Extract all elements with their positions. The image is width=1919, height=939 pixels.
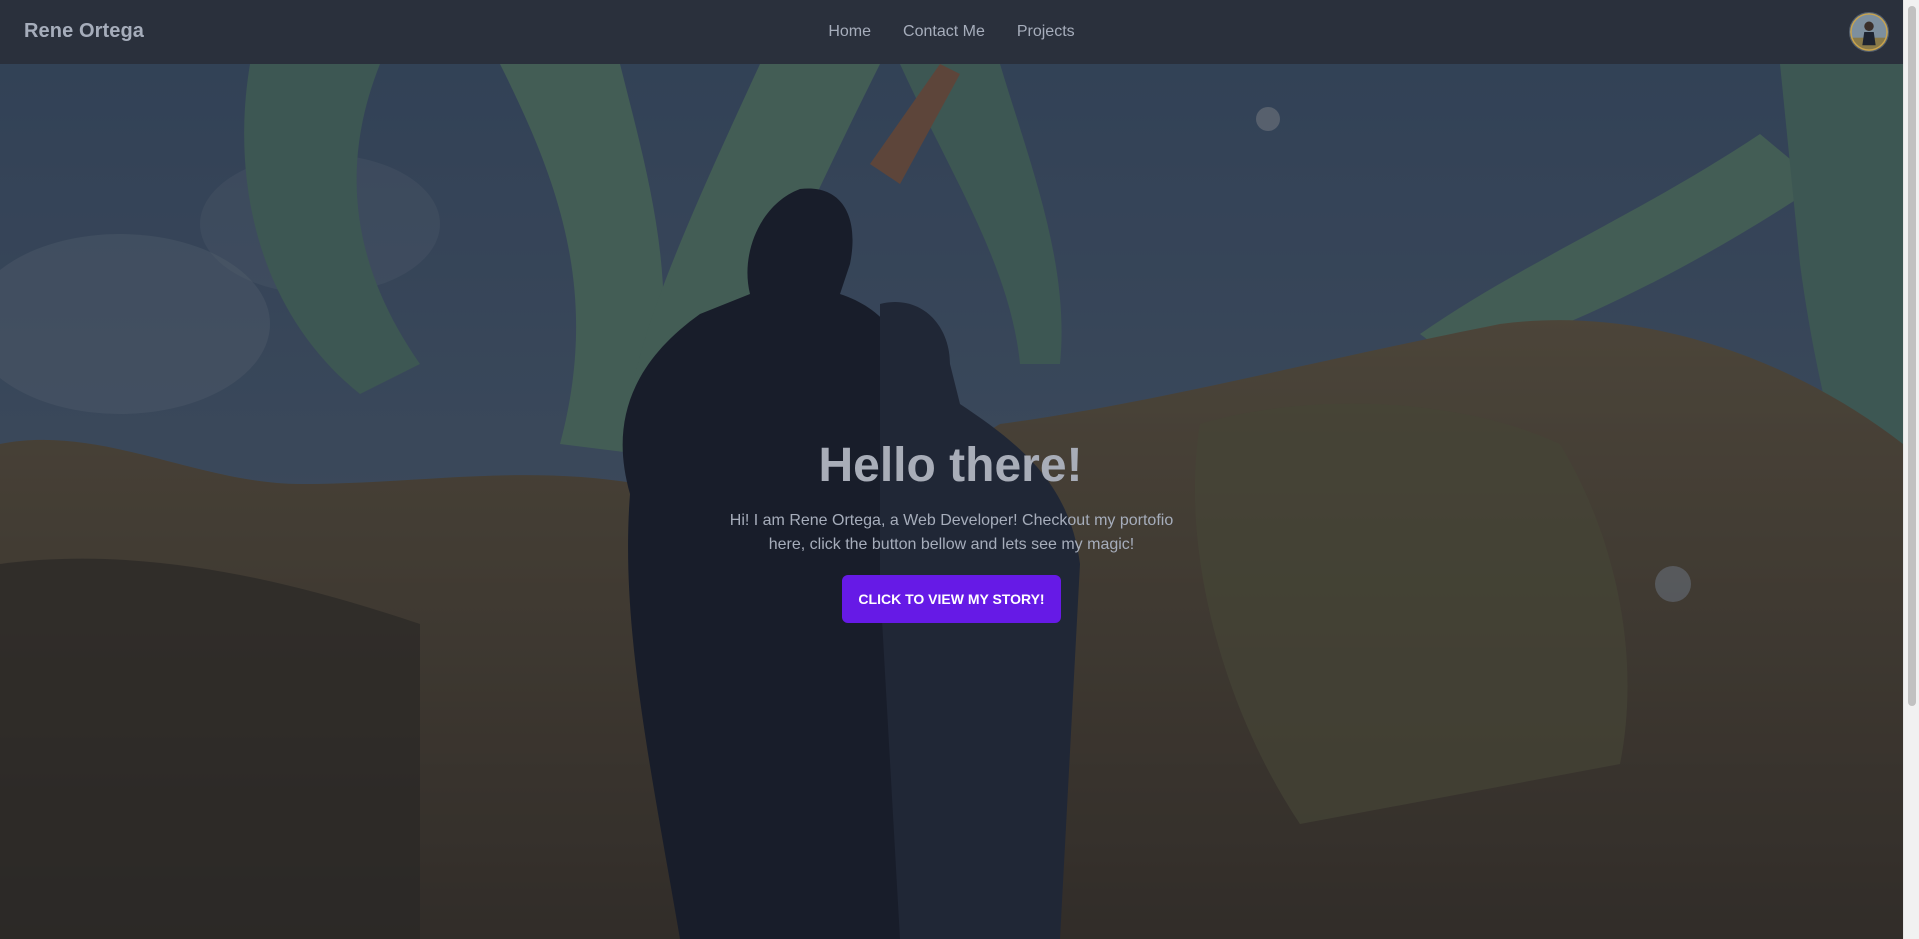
hero-title: Hello there! bbox=[818, 439, 1083, 492]
hero-section: Hello there! Hi! I am Rene Ortega, a Web… bbox=[0, 64, 1903, 939]
nav-menu: Home Contact Me Projects bbox=[0, 0, 1903, 64]
nav-link-projects[interactable]: Projects bbox=[1001, 0, 1091, 64]
view-story-button[interactable]: Click to view my story! bbox=[842, 574, 1061, 623]
page: Rene Ortega Home Contact Me Projects Hel… bbox=[0, 0, 1919, 939]
page-scrollbar[interactable] bbox=[1903, 0, 1919, 939]
avatar-photo-icon bbox=[1850, 13, 1888, 51]
nav-link-home[interactable]: Home bbox=[812, 0, 887, 64]
hero-description: Hi! I am Rene Ortega, a Web Developer! C… bbox=[729, 511, 1174, 553]
brand-link[interactable]: Rene Ortega bbox=[24, 20, 144, 43]
navbar: Rene Ortega Home Contact Me Projects bbox=[0, 0, 1903, 64]
nav-link-contact[interactable]: Contact Me bbox=[887, 0, 1001, 64]
hero-content: Hello there! Hi! I am Rene Ortega, a Web… bbox=[0, 439, 1903, 623]
scrollbar-thumb[interactable] bbox=[1908, 6, 1916, 706]
avatar[interactable] bbox=[1849, 12, 1889, 52]
